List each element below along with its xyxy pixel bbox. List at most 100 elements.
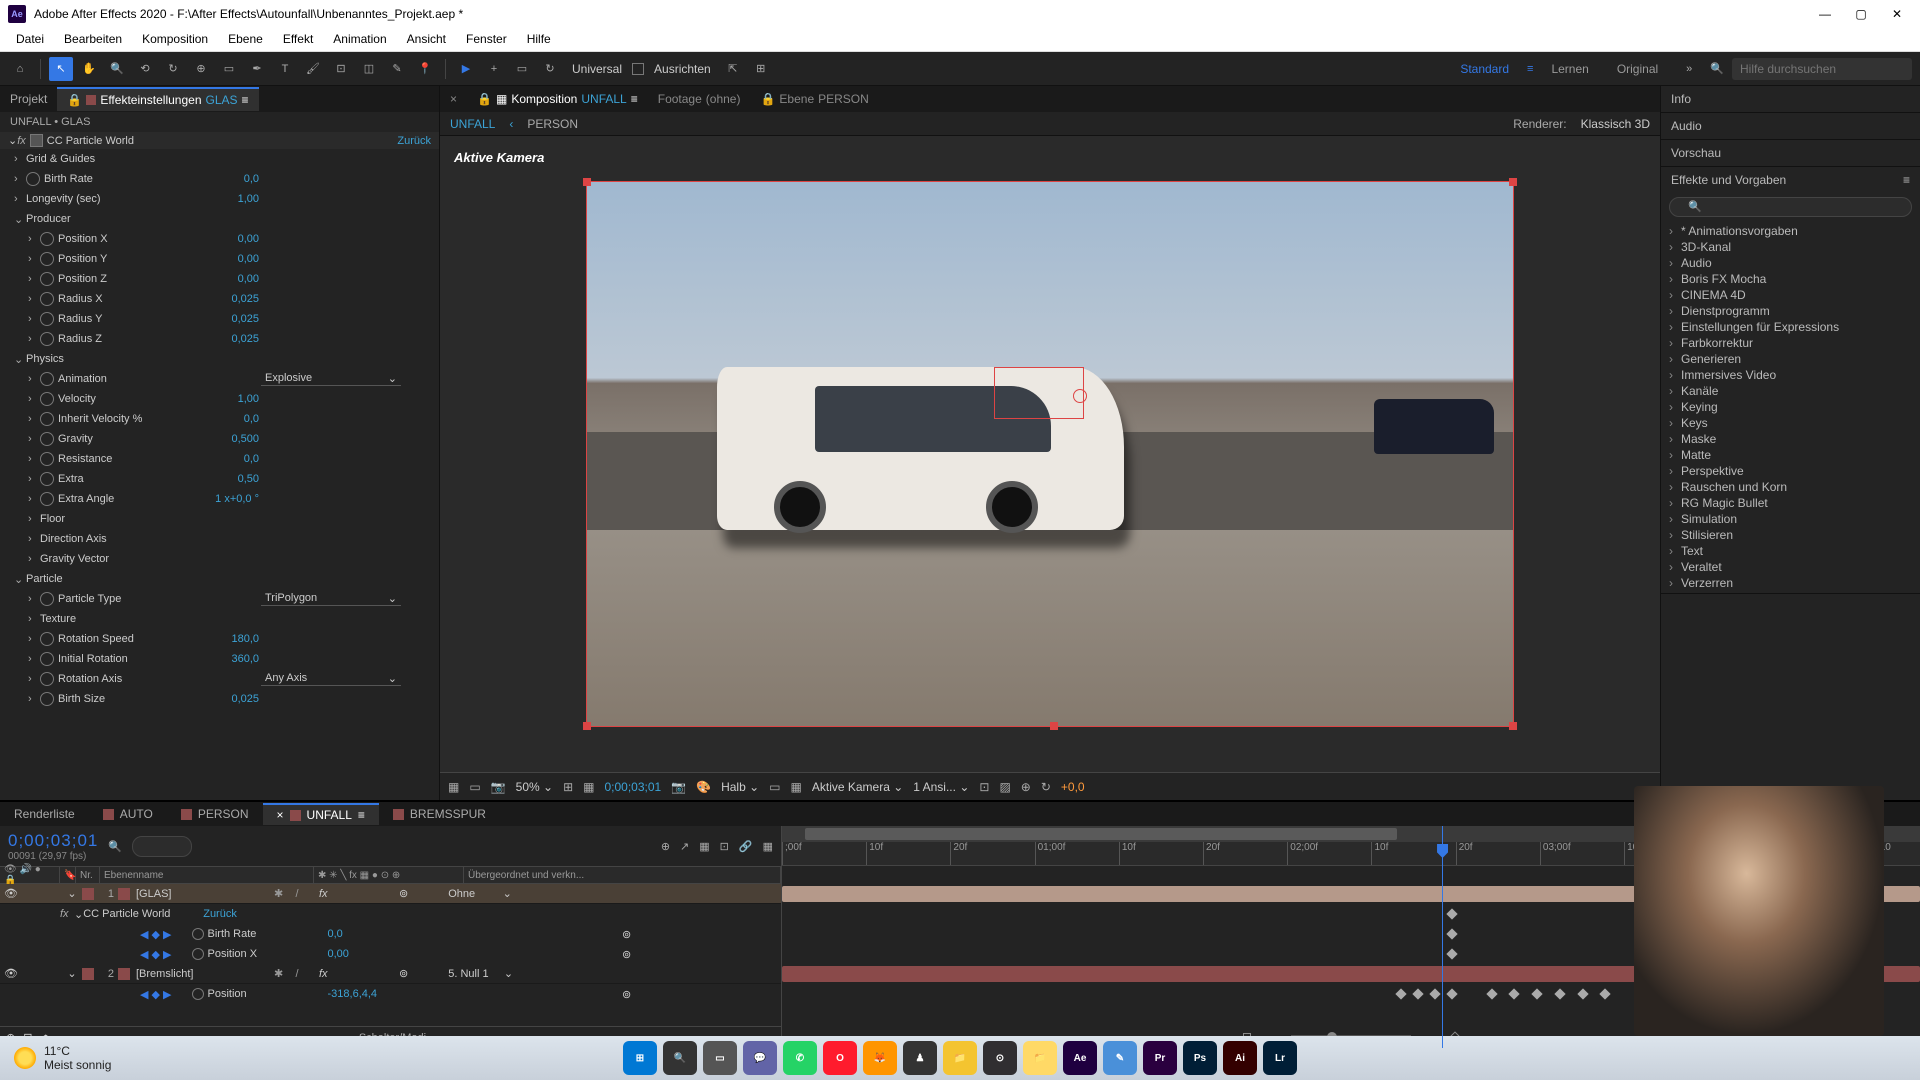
- fx-icon[interactable]: fx: [17, 135, 26, 147]
- effects-category[interactable]: Immersives Video: [1665, 367, 1916, 383]
- clone-tool[interactable]: ⊡: [329, 57, 353, 81]
- effects-category[interactable]: Boris FX Mocha: [1665, 271, 1916, 287]
- effects-category[interactable]: Keying: [1665, 399, 1916, 415]
- prop-value[interactable]: 0,0: [244, 453, 259, 465]
- ec-property-row[interactable]: ›Gravity0,500: [0, 429, 439, 449]
- stopwatch-icon[interactable]: [40, 652, 54, 666]
- stopwatch-icon[interactable]: [40, 672, 54, 686]
- kf-nav-icon[interactable]: ◀ ◆ ▶: [140, 928, 172, 941]
- menu-effekt[interactable]: Effekt: [273, 28, 323, 51]
- panel-menu-icon[interactable]: ≡: [1903, 173, 1910, 187]
- twirl-icon[interactable]: ›: [14, 173, 26, 185]
- twirl-icon[interactable]: ⌄: [14, 353, 26, 366]
- ec-property-row[interactable]: ›AnimationExplosive⌄: [0, 369, 439, 389]
- pickwhip-icon[interactable]: ⊚: [622, 948, 631, 961]
- stopwatch-icon[interactable]: [40, 432, 54, 446]
- tab-komposition[interactable]: 🔒 ▦ Komposition UNFALL ≡: [467, 88, 648, 110]
- taskbar-app-ai[interactable]: Ai: [1223, 1041, 1257, 1075]
- footer-icon[interactable]: ▦: [791, 780, 802, 794]
- taskbar-app-ps[interactable]: Ps: [1183, 1041, 1217, 1075]
- weather-widget[interactable]: 11°C Meist sonnig: [14, 1044, 111, 1072]
- timeline-tab-person[interactable]: PERSON: [167, 804, 263, 824]
- twirl-icon[interactable]: ›: [28, 273, 40, 285]
- comp-tab-close-icon[interactable]: ×: [440, 88, 467, 110]
- orbit-tool[interactable]: ⟲: [133, 57, 157, 81]
- ec-property-row[interactable]: ›Direction Axis: [0, 529, 439, 549]
- timeline-effect-row[interactable]: fx ⌄ CC Particle World Zurück: [0, 904, 781, 924]
- nav-person[interactable]: PERSON: [527, 117, 578, 131]
- layer-color-chip[interactable]: [82, 888, 94, 900]
- timeline-tab-renderliste[interactable]: Renderliste: [0, 804, 89, 824]
- kf-nav-icon[interactable]: ◀ ◆ ▶: [140, 948, 172, 961]
- footer-icon[interactable]: ⊞: [563, 780, 573, 794]
- visibility-icon[interactable]: 👁: [4, 887, 18, 900]
- kf-nav-icon[interactable]: ◀ ◆ ▶: [140, 988, 172, 1001]
- timeline-search-input[interactable]: [132, 836, 192, 857]
- menu-ansicht[interactable]: Ansicht: [397, 28, 456, 51]
- effects-category[interactable]: RG Magic Bullet: [1665, 495, 1916, 511]
- menu-komposition[interactable]: Komposition: [132, 28, 218, 51]
- menu-datei[interactable]: Datei: [6, 28, 54, 51]
- effects-category[interactable]: Simulation: [1665, 511, 1916, 527]
- ausrichten-checkbox[interactable]: [632, 63, 644, 75]
- workspace-original[interactable]: Original: [1607, 58, 1668, 80]
- puppet-tool[interactable]: 📍: [413, 57, 437, 81]
- footer-icon[interactable]: ▭: [469, 780, 480, 794]
- current-time[interactable]: 0;00;03;01: [604, 780, 661, 794]
- pickwhip-icon[interactable]: ⊚: [622, 928, 631, 941]
- ec-property-row[interactable]: ⌄Physics: [0, 349, 439, 369]
- prop-value[interactable]: 180,0: [231, 633, 259, 645]
- twirl-icon[interactable]: ⌄: [14, 213, 26, 226]
- search-help-input[interactable]: [1732, 58, 1912, 80]
- roto-tool[interactable]: ✎: [385, 57, 409, 81]
- twirl-icon[interactable]: ›: [28, 613, 40, 625]
- ec-property-row[interactable]: ›Extra0,50: [0, 469, 439, 489]
- prop-value[interactable]: 0,50: [238, 473, 259, 485]
- tl-icon[interactable]: ⊕: [661, 840, 670, 853]
- taskbar-app-firefox[interactable]: 🦊: [863, 1041, 897, 1075]
- prop-dropdown[interactable]: Explosive⌄: [261, 372, 401, 386]
- stopwatch-icon[interactable]: [26, 172, 40, 186]
- taskbar-app-app1[interactable]: ♟: [903, 1041, 937, 1075]
- maximize-button[interactable]: ▢: [1852, 5, 1870, 23]
- effects-category[interactable]: 3D-Kanal: [1665, 239, 1916, 255]
- timeline-tab-auto[interactable]: AUTO: [89, 804, 167, 824]
- stopwatch-icon[interactable]: [40, 372, 54, 386]
- twirl-icon[interactable]: ›: [28, 313, 40, 325]
- timeline-layer-row[interactable]: 👁 ⌄ 1 [GLAS] ✱ / fx ⊚ Ohne ⌄: [0, 884, 781, 904]
- effects-category[interactable]: Matte: [1665, 447, 1916, 463]
- anchor-point-icon[interactable]: [1073, 389, 1087, 403]
- comp-viewer[interactable]: Aktive Kamera: [440, 136, 1660, 772]
- prop-value[interactable]: 0,0: [244, 413, 259, 425]
- effects-category[interactable]: Rauschen und Korn: [1665, 479, 1916, 495]
- ec-property-row[interactable]: ›Velocity1,00: [0, 389, 439, 409]
- renderer-value[interactable]: Klassisch 3D: [1581, 117, 1650, 131]
- menu-bearbeiten[interactable]: Bearbeiten: [54, 28, 132, 51]
- twirl-icon[interactable]: ›: [28, 533, 40, 545]
- effects-category[interactable]: Kanäle: [1665, 383, 1916, 399]
- stopwatch-icon[interactable]: [40, 292, 54, 306]
- timeline-tab-bremsspur[interactable]: BREMSSPUR: [379, 804, 500, 824]
- twirl-icon[interactable]: ›: [28, 693, 40, 705]
- prop-value[interactable]: 0,00: [328, 948, 349, 960]
- effects-category[interactable]: Maske: [1665, 431, 1916, 447]
- fx-badge[interactable]: fx: [319, 888, 399, 900]
- add-icon[interactable]: +: [482, 57, 506, 81]
- prop-value[interactable]: 0,025: [231, 333, 259, 345]
- stopwatch-icon[interactable]: [40, 392, 54, 406]
- prop-value[interactable]: 1 x+0,0 °: [215, 493, 259, 505]
- prop-value[interactable]: 0,00: [238, 253, 259, 265]
- timeline-tab-unfall[interactable]: × UNFALL ≡: [263, 803, 379, 825]
- parent-pickwhip-icon[interactable]: ⊚: [399, 887, 408, 900]
- effects-category[interactable]: Text: [1665, 543, 1916, 559]
- stopwatch-icon[interactable]: [40, 232, 54, 246]
- ec-property-row[interactable]: ›Position Z0,00: [0, 269, 439, 289]
- twirl-icon[interactable]: ›: [28, 333, 40, 345]
- stopwatch-icon[interactable]: [40, 412, 54, 426]
- stopwatch-icon[interactable]: [40, 332, 54, 346]
- ec-property-row[interactable]: ›Rotation AxisAny Axis⌄: [0, 669, 439, 689]
- twirl-icon[interactable]: ›: [28, 293, 40, 305]
- ec-property-row[interactable]: ›Gravity Vector: [0, 549, 439, 569]
- taskbar-app-app3[interactable]: ✎: [1103, 1041, 1137, 1075]
- layer-name[interactable]: [GLAS]: [134, 888, 274, 900]
